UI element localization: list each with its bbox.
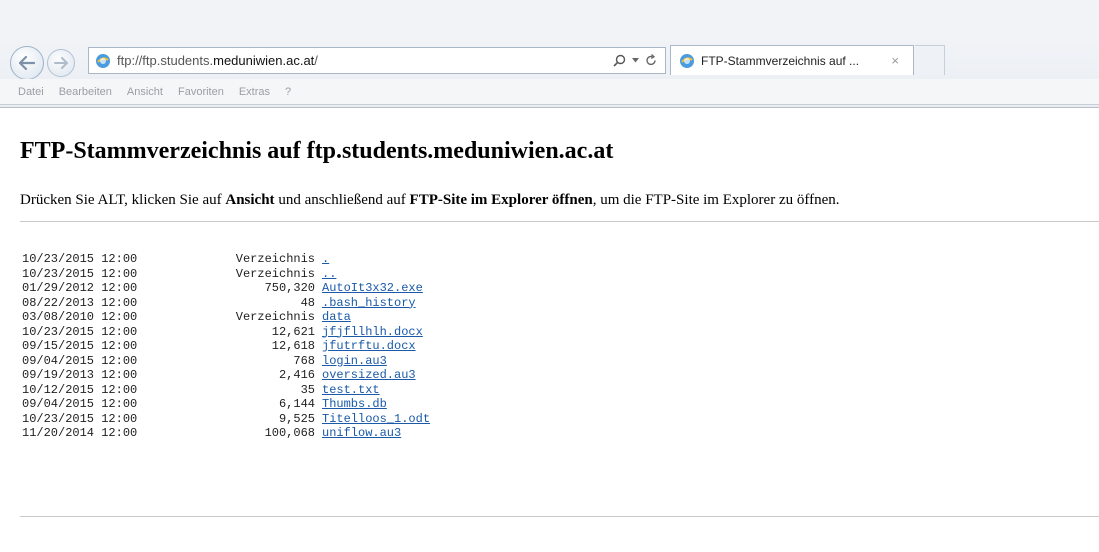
listing-size: Verzeichnis [235,310,315,324]
instruction-text: Drücken Sie ALT, klicken Sie auf Ansicht… [20,192,1099,209]
listing-link[interactable]: jfjfllhlh.docx [322,325,423,340]
listing-link[interactable]: AutoIt3x32.exe [322,281,423,296]
instruction-part3: , um die FTP-Site im Explorer zu öffnen. [592,192,840,208]
listing-size: 6,144 [278,397,315,411]
menu-item-ansicht[interactable]: Ansicht [127,86,163,98]
instruction-bold-explorer: FTP-Site im Explorer öffnen [409,192,593,208]
new-tab-button[interactable] [915,45,945,75]
listing-link[interactable]: jfutrftu.docx [322,339,416,354]
listing-row: 09/04/2015 12:00 768 login.au3 [22,354,430,369]
listing-row: 10/12/2015 12:00 35 test.txt [22,383,430,398]
listing-link[interactable]: oversized.au3 [322,368,416,383]
tab-close-icon[interactable]: × [891,53,913,68]
listing-size: 35 [300,382,315,397]
listing-size: 768 [293,353,315,368]
listing-size: 9,525 [278,411,315,426]
divider-bottom [20,516,1099,517]
listing-size: Verzeichnis [235,252,315,266]
listing-link[interactable]: test.txt [322,383,380,398]
listing-date: 11/20/2014 12:00 [22,426,138,440]
listing-date: 09/04/2015 12:00 [22,397,138,411]
forward-arrow-icon [54,57,68,69]
listing-row: 10/23/2015 12:00 9,525 Titelloos_1.odt [22,412,430,427]
listing-date: 09/04/2015 12:00 [22,353,138,368]
listing-date: 10/23/2015 12:00 [22,252,138,266]
listing-size: 12,618 [271,339,315,353]
search-icon[interactable] [613,54,626,67]
menu-bar: Datei Bearbeiten Ansicht Favoriten Extra… [0,79,1099,105]
menu-item-datei[interactable]: Datei [18,86,44,98]
refresh-icon[interactable] [645,54,657,67]
listing-row: 03/08/2010 12:00 Verzeichnis data [22,310,430,325]
listing-size: 2,416 [278,368,315,382]
listing-link[interactable]: data [322,310,351,325]
dropdown-arrow-icon[interactable] [632,58,639,63]
listing-date: 08/22/2013 12:00 [22,295,138,310]
back-arrow-icon [18,55,36,71]
listing-row: 11/20/2014 12:00 100,068 uniflow.au3 [22,426,430,441]
forward-button[interactable] [47,49,75,77]
ie-page-icon [680,53,694,68]
listing-size: 12,621 [271,324,315,339]
page-content: FTP-Stammverzeichnis auf ftp.students.me… [0,108,1099,552]
tab-ftp-root[interactable]: FTP-Stammverzeichnis auf ... × [670,45,914,75]
listing-size: 100,068 [264,426,315,440]
listing-date: 10/23/2015 12:00 [22,266,138,281]
listing-link[interactable]: Titelloos_1.odt [322,412,430,427]
divider-top [20,221,1099,222]
ie-page-icon [96,53,110,68]
menu-item-favoriten[interactable]: Favoriten [178,86,224,98]
listing-size: 48 [300,295,315,310]
listing-link[interactable]: Thumbs.db [322,397,387,412]
menu-item-help[interactable]: ? [285,86,291,98]
listing-size: 750,320 [264,281,315,295]
listing-link[interactable]: .bash_history [322,296,416,311]
back-button[interactable] [10,46,44,80]
listing-date: 03/08/2010 12:00 [22,310,138,324]
instruction-bold-ansicht: Ansicht [225,192,275,208]
listing-link[interactable]: login.au3 [322,354,387,369]
address-url-suffix: / [314,53,318,68]
listing-row: 10/23/2015 12:00 Verzeichnis. [22,252,430,267]
listing-row: 01/29/2012 12:00 750,320 AutoIt3x32.exe [22,281,430,296]
address-url[interactable]: ftp://ftp.students.meduniwien.ac.at/ [117,53,613,68]
listing-row: 09/04/2015 12:00 6,144 Thumbs.db [22,397,430,412]
listing-date: 10/12/2015 12:00 [22,382,138,397]
listing-link[interactable]: uniflow.au3 [322,426,401,441]
address-tools [613,54,665,67]
address-url-prefix: ftp://ftp.students. [117,53,214,68]
menu-item-bearbeiten[interactable]: Bearbeiten [59,86,112,98]
listing-date: 09/19/2013 12:00 [22,368,138,382]
address-url-domain: meduniwien.ac.at [213,53,315,68]
browser-chrome: ftp://ftp.students.meduniwien.ac.at/ FTP… [0,0,1099,108]
menu-item-extras[interactable]: Extras [239,86,270,98]
instruction-part2: und anschließend auf [274,192,410,208]
listing-row: 08/22/2013 12:00 48 .bash_history [22,296,430,311]
instruction-part1: Drücken Sie ALT, klicken Sie auf [20,192,226,208]
listing-date: 10/23/2015 12:00 [22,411,138,426]
directory-listing: 10/23/2015 12:00 Verzeichnis. 10/23/2015 1… [22,252,430,441]
listing-date: 09/15/2015 12:00 [22,339,138,353]
address-bar[interactable]: ftp://ftp.students.meduniwien.ac.at/ [88,47,666,74]
tab-title: FTP-Stammverzeichnis auf ... [701,53,860,68]
listing-date: 01/29/2012 12:00 [22,281,138,295]
title-strip [0,0,1099,42]
listing-date: 10/23/2015 12:00 [22,324,138,339]
listing-row: 10/23/2015 12:00 12,621 jfjfllhlh.docx [22,325,430,340]
listing-row: 09/19/2013 12:00 2,416 oversized.au3 [22,368,430,383]
listing-size: Verzeichnis [235,266,315,281]
listing-row: 09/15/2015 12:00 12,618 jfutrftu.docx [22,339,430,354]
listing-link[interactable]: . [322,252,329,267]
listing-row: 10/23/2015 12:00 Verzeichnis.. [22,267,430,282]
listing-link[interactable]: .. [322,267,336,282]
page-title: FTP-Stammverzeichnis auf ftp.students.me… [20,138,614,164]
